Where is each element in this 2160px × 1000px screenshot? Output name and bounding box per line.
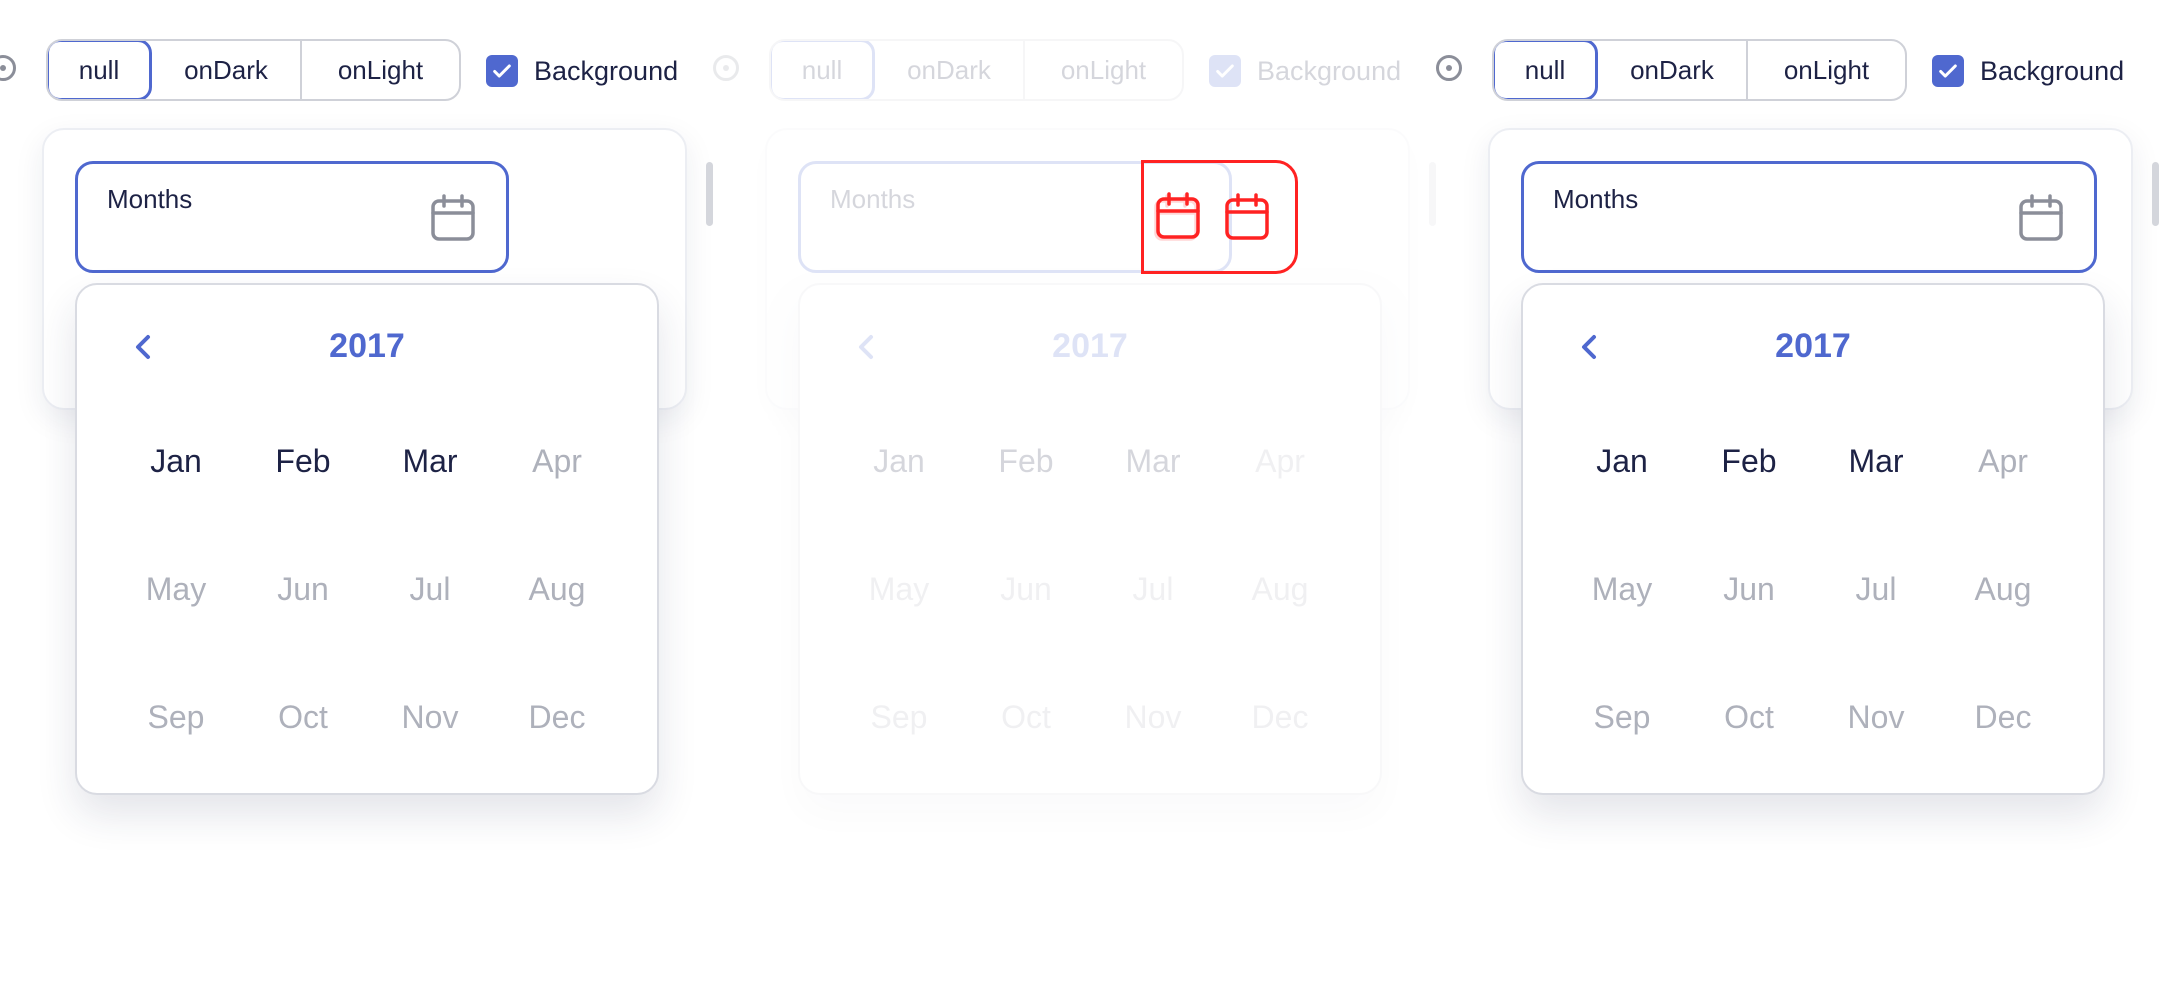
background-toggle[interactable]: Background [1932, 54, 2124, 88]
month-sep: Sep [1593, 698, 1651, 735]
month-jun: Jun [1723, 570, 1775, 607]
month-picker-popup: 2017 Jan Feb Mar Apr May Jun Jul Aug Sep Oct Nov De… [1521, 283, 2105, 795]
radio-icon[interactable] [1436, 55, 1462, 81]
month-jun: Jun [1000, 570, 1052, 607]
month-jan[interactable]: Jan [844, 431, 954, 491]
theme-option-onlight: onLight [1060, 54, 1147, 85]
month-mar[interactable]: Mar [1821, 431, 1931, 491]
month-oct: Oct [1724, 698, 1774, 735]
theme-option-null[interactable]: null [1494, 41, 1598, 99]
calendar-icon[interactable] [2018, 194, 2064, 242]
month-oct: Oct [278, 698, 328, 735]
month-apr: Apr [1978, 442, 2028, 479]
month-apr: Apr [1255, 442, 1305, 479]
calendar-icon[interactable] [1224, 193, 1270, 241]
checkmark-icon [1216, 64, 1234, 78]
scrollbar-thumb[interactable] [706, 162, 713, 226]
month-sep: Sep [870, 698, 928, 735]
theme-option-onlight[interactable]: onLight [302, 41, 459, 99]
radio-icon [713, 55, 739, 81]
month-jul: Jul [1132, 570, 1174, 607]
theme-option-null[interactable]: null [48, 41, 152, 99]
months-field-label: Months [1553, 184, 1639, 214]
panel-middle-disabled: null onDark onLight Background Months 20… [713, 0, 1443, 1000]
calendar-icon[interactable] [430, 194, 476, 242]
theme-option-ondark[interactable]: onDark [152, 41, 302, 99]
radio-icon[interactable] [0, 55, 16, 81]
month-may: May [1591, 570, 1653, 607]
scrollbar-thumb[interactable] [2152, 162, 2159, 226]
month-dec: Dec [528, 698, 586, 735]
month-may: May [145, 570, 207, 607]
panel-left: null onDark onLight Background Months 20… [0, 0, 720, 1000]
month-mar[interactable]: Mar [1098, 431, 1208, 491]
background-checkbox[interactable] [486, 55, 518, 87]
background-checkbox [1209, 55, 1241, 87]
year-label: 2017 [1775, 327, 1851, 365]
month-dec: Dec [1251, 698, 1309, 735]
checkmark-icon [493, 64, 511, 78]
months-field-label: Months [830, 184, 916, 214]
scrollbar-thumb [1429, 162, 1436, 226]
theme-option-null: null [771, 41, 875, 99]
theme-segmented-control: null onDark onLight [46, 39, 461, 101]
background-label: Background [1257, 55, 1402, 86]
year-label: 2017 [1052, 327, 1128, 365]
month-nov: Nov [1847, 698, 1905, 735]
background-toggle: Background [1209, 54, 1401, 88]
panel-right: null onDark onLight Background Months 20… [1436, 0, 2160, 1000]
month-sep: Sep [147, 698, 205, 735]
theme-segmented-control: null onDark onLight [769, 39, 1184, 101]
month-aug: Aug [528, 570, 586, 607]
month-feb[interactable]: Feb [248, 431, 358, 491]
month-aug: Aug [1974, 570, 2032, 607]
months-field[interactable]: Months [75, 161, 509, 273]
background-checkbox[interactable] [1932, 55, 1964, 87]
month-feb[interactable]: Feb [1694, 431, 1804, 491]
month-jan[interactable]: Jan [121, 431, 231, 491]
theme-option-onlight[interactable]: onLight [1748, 41, 1905, 99]
theme-segmented-control: null onDark onLight [1492, 39, 1907, 101]
month-nov: Nov [401, 698, 459, 735]
months-field[interactable]: Months [1521, 161, 2097, 273]
year-label: 2017 [329, 327, 405, 365]
months-field-label: Months [107, 184, 193, 214]
month-apr: Apr [532, 442, 582, 479]
month-jul: Jul [1855, 570, 1897, 607]
background-toggle[interactable]: Background [486, 54, 678, 88]
month-mar[interactable]: Mar [375, 431, 485, 491]
theme-option-ondark[interactable]: onDark [1598, 41, 1748, 99]
month-picker-popup: 2017 Jan Feb Mar Apr May Jun Jul Aug Sep Oct Nov De… [798, 283, 1382, 795]
month-nov: Nov [1124, 698, 1182, 735]
theme-option-ondark: onDark [875, 41, 1025, 99]
month-dec: Dec [1974, 698, 2032, 735]
month-aug: Aug [1251, 570, 1309, 607]
month-jul: Jul [409, 570, 451, 607]
month-oct: Oct [1001, 698, 1051, 735]
background-label: Background [534, 55, 679, 86]
month-jun: Jun [277, 570, 329, 607]
error-calendar-icon-inner[interactable] [1155, 192, 1201, 240]
month-jan[interactable]: Jan [1567, 431, 1677, 491]
month-feb[interactable]: Feb [971, 431, 1081, 491]
month-picker-popup: 2017 Jan Feb Mar Apr May Jun Jul Aug Sep Oct Nov De… [75, 283, 659, 795]
month-may: May [868, 570, 930, 607]
checkmark-icon [1939, 64, 1957, 78]
background-label: Background [1980, 55, 2125, 86]
